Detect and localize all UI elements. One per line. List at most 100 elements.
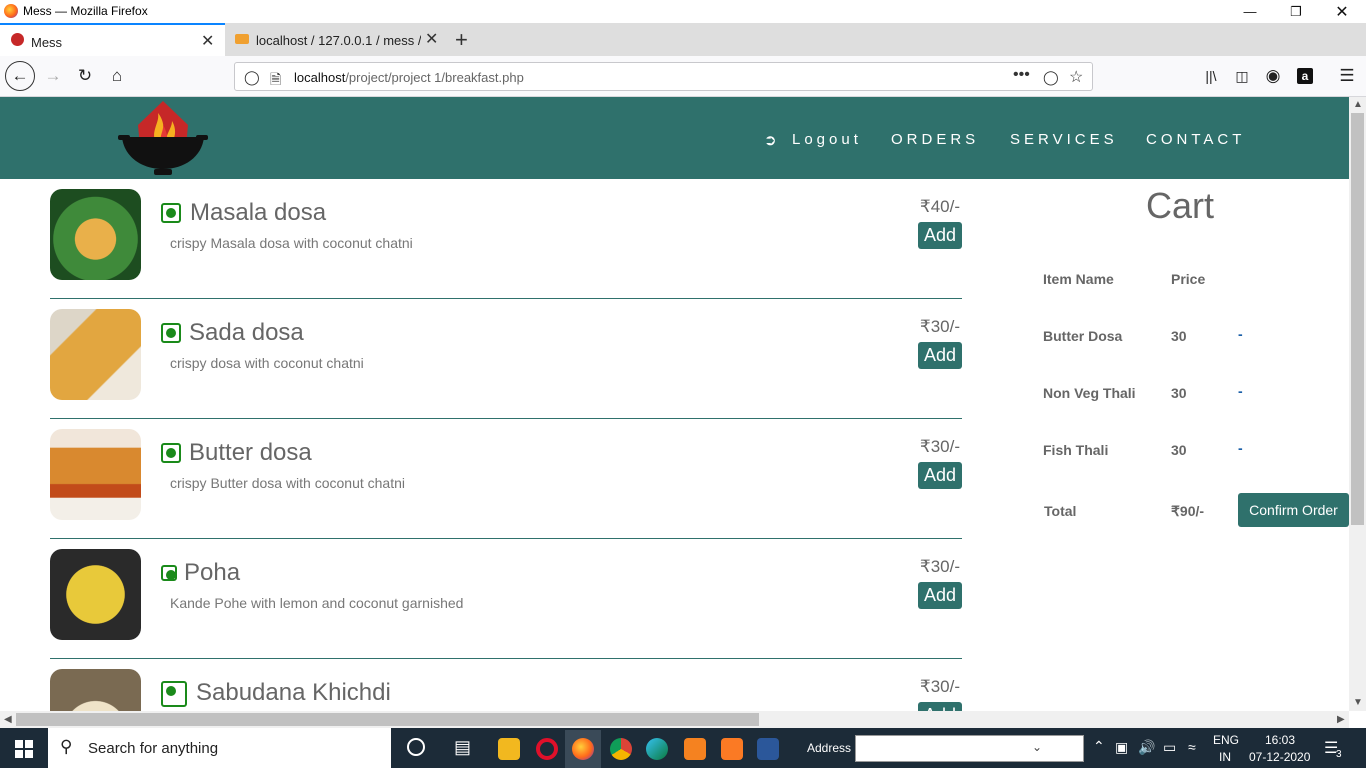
library-icon[interactable]: ||\ <box>1196 61 1226 91</box>
vertical-scroll-thumb[interactable] <box>1351 113 1364 525</box>
clock-time[interactable]: 16:03 <box>1265 733 1295 747</box>
food-image <box>50 669 141 711</box>
firefox-icon <box>4 4 18 18</box>
scroll-right-icon[interactable]: ▶ <box>1337 714 1345 725</box>
address-toolbar-input[interactable]: ⌄ <box>855 735 1084 762</box>
logout-icon: ➲ <box>764 132 777 149</box>
item-description: crispy dosa with coconut chatni <box>170 355 364 371</box>
scroll-up-icon[interactable]: ▲ <box>1353 99 1363 110</box>
tab-phpmyadmin[interactable]: localhost / 127.0.0.1 / mess / us ✕ <box>225 23 447 56</box>
new-tab-icon[interactable]: + <box>455 27 468 53</box>
scroll-left-icon[interactable]: ◀ <box>4 714 12 725</box>
nav-services[interactable]: SERVICES <box>1010 131 1118 148</box>
sidebar-icon[interactable]: ◫ <box>1227 61 1257 91</box>
search-icon: ⚲ <box>60 737 73 756</box>
windows-start-icon[interactable] <box>15 740 33 758</box>
language-line2[interactable]: IN <box>1219 750 1231 764</box>
file-explorer-icon[interactable] <box>498 738 520 760</box>
meet-now-icon[interactable]: ▣ <box>1115 739 1128 756</box>
tab-label: Mess <box>31 35 63 50</box>
opera-icon[interactable] <box>536 738 558 760</box>
tab-mess[interactable]: Mess ✕ <box>0 23 225 56</box>
close-window-button[interactable]: ✕ <box>1319 0 1365 23</box>
task-view-icon[interactable]: ▤ <box>454 737 471 758</box>
add-button[interactable]: Add <box>918 222 962 249</box>
word-icon[interactable] <box>757 738 779 760</box>
forward-icon[interactable]: → <box>38 61 68 91</box>
window-title: Mess — Mozilla Firefox <box>23 4 148 18</box>
cart-item-price: 30 <box>1171 442 1187 458</box>
veg-icon <box>161 565 177 581</box>
item-price: ₹30/- <box>919 437 960 456</box>
menu-item: Sada dosa crispy dosa with coconut chatn… <box>50 299 962 419</box>
bookmark-star-icon[interactable]: ☆ <box>1069 67 1083 87</box>
web-page: ➲ Logout ORDERS SERVICES CONTACT Masala … <box>0 97 1349 711</box>
add-button[interactable]: Add <box>918 582 962 609</box>
restore-button[interactable]: ❐ <box>1273 0 1319 23</box>
back-icon[interactable]: ← <box>5 61 35 91</box>
veg-icon <box>161 323 181 343</box>
mess-logo <box>118 101 208 175</box>
language-line1[interactable]: ENG <box>1213 733 1239 747</box>
clock-date[interactable]: 07-12-2020 <box>1249 750 1310 764</box>
close-tab-icon[interactable]: ✕ <box>425 29 438 49</box>
veg-icon <box>161 203 181 223</box>
wifi-icon[interactable]: ≈ <box>1188 739 1196 755</box>
reload-icon[interactable]: ↻ <box>70 61 100 91</box>
menu-item: Sabudana Khichdi ₹30/- Add <box>50 659 962 711</box>
shield-icon[interactable]: ◯ <box>244 69 260 86</box>
food-image <box>50 309 141 400</box>
cart-item-name: Fish Thali <box>1043 442 1109 458</box>
site-favicon-icon <box>11 33 24 46</box>
add-button[interactable]: Add <box>918 342 962 369</box>
window-titlebar: Mess — Mozilla Firefox — ❐ ✕ <box>0 0 1366 23</box>
cart-item-name: Butter Dosa <box>1043 328 1123 344</box>
phpmyadmin-favicon-icon <box>235 34 249 44</box>
menu-icon[interactable]: ☰ <box>1332 61 1362 91</box>
amazon-extension-icon[interactable]: a <box>1290 61 1320 91</box>
close-tab-icon[interactable]: ✕ <box>201 31 214 51</box>
cart-item-price: 30 <box>1171 385 1187 401</box>
tab-strip: Mess ✕ localhost / 127.0.0.1 / mess / us… <box>0 23 1366 56</box>
menu-item: Butter dosa crispy Butter dosa with coco… <box>50 419 962 539</box>
volume-icon[interactable]: 🔊 <box>1138 739 1155 756</box>
page-actions-icon[interactable]: ••• <box>1013 66 1030 84</box>
edge-icon[interactable] <box>646 738 668 760</box>
site-header: ➲ Logout ORDERS SERVICES CONTACT <box>0 97 1349 179</box>
confirm-order-button[interactable]: Confirm Order <box>1238 493 1349 527</box>
veg-icon <box>161 681 187 707</box>
go-icon[interactable]: ↻ <box>1065 740 1076 756</box>
xampp-icon[interactable] <box>721 738 743 760</box>
chevron-down-icon[interactable]: ⌄ <box>1032 740 1042 754</box>
firefox-taskbar-icon[interactable] <box>572 738 594 760</box>
account-icon[interactable]: ◉ <box>1258 61 1288 91</box>
nav-contact[interactable]: CONTACT <box>1146 131 1245 148</box>
sublime-text-icon[interactable] <box>684 738 706 760</box>
veg-icon <box>161 443 181 463</box>
show-hidden-icons-icon[interactable]: ⌃ <box>1093 738 1105 755</box>
remove-item-button[interactable]: - <box>1238 383 1243 399</box>
minimize-button[interactable]: — <box>1227 0 1273 23</box>
nav-logout[interactable]: Logout <box>792 131 862 148</box>
item-name: Poha <box>184 559 241 586</box>
taskbar-search-box[interactable]: ⚲ Search for anything <box>48 728 391 768</box>
horizontal-scroll-thumb[interactable] <box>16 713 759 726</box>
cortana-icon[interactable] <box>407 738 425 756</box>
add-button[interactable]: Add <box>918 462 962 489</box>
search-placeholder: Search for anything <box>88 740 219 757</box>
cart-col-price: Price <box>1171 271 1206 287</box>
cart-total-value: ₹90/- <box>1171 503 1205 519</box>
item-name: Masala dosa <box>190 199 327 226</box>
home-icon[interactable]: ⌂ <box>102 61 132 91</box>
pocket-icon[interactable]: ◯ <box>1043 69 1059 86</box>
nav-orders[interactable]: ORDERS <box>891 131 979 148</box>
remove-item-button[interactable]: - <box>1238 326 1243 342</box>
cart-item-name: Non Veg Thali <box>1043 385 1136 401</box>
add-button[interactable]: Add <box>918 702 962 711</box>
scroll-down-icon[interactable]: ▼ <box>1353 697 1363 708</box>
battery-icon[interactable]: ▭ <box>1163 739 1176 756</box>
url-bar[interactable]: ◯ 🗎 localhost/project/project 1/breakfas… <box>234 62 1093 91</box>
chrome-icon[interactable] <box>610 738 632 760</box>
page-info-icon[interactable]: 🗎 <box>270 69 281 93</box>
remove-item-button[interactable]: - <box>1238 440 1243 456</box>
